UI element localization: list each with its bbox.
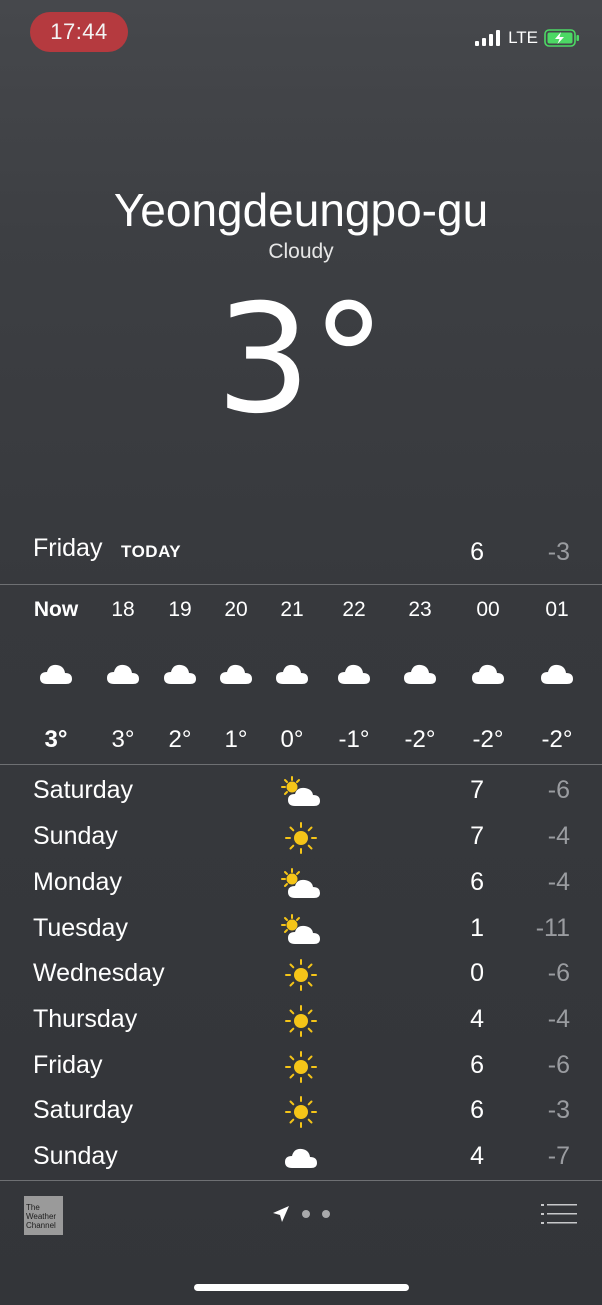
hour-item: 00 -2° [453, 598, 523, 754]
day-row: Saturday 7 -6 [0, 772, 602, 812]
cloud-icon [276, 664, 308, 684]
day-name: Friday [33, 1051, 103, 1079]
hour-item: 01 -2° [522, 598, 592, 754]
day-low: -4 [547, 868, 570, 896]
list-icon[interactable] [541, 1203, 577, 1225]
day-row: Tuesday 1 -11 [0, 910, 602, 950]
home-indicator[interactable] [194, 1284, 409, 1291]
hour-time: Now [33, 598, 79, 621]
cloud-icon [404, 664, 436, 684]
day-low: -3 [547, 1096, 570, 1124]
day-high: 4 [470, 1005, 484, 1033]
hour-item: Now 3° [21, 598, 91, 754]
weather-channel-logo-text: The Weather Channel [26, 1203, 57, 1230]
hour-temp: 3° [44, 726, 68, 753]
status-time: 17:44 [50, 19, 108, 44]
hour-temp: -2° [541, 726, 573, 753]
status-time-pill[interactable]: 17:44 [30, 12, 128, 52]
divider [0, 584, 602, 585]
sun-icon [285, 959, 317, 991]
day-low: -6 [547, 776, 570, 804]
hour-temp: -1° [338, 726, 370, 753]
day-row: Friday 6 -6 [0, 1047, 602, 1087]
today-day: Friday [33, 534, 103, 562]
day-high: 6 [470, 1096, 484, 1124]
today-low: -3 [547, 538, 570, 566]
day-low: -11 [535, 914, 570, 942]
day-row: Monday 6 -4 [0, 864, 602, 904]
day-name: Tuesday [33, 914, 128, 942]
hour-temp: -2° [404, 726, 436, 753]
day-high: 0 [470, 959, 484, 987]
city-name: Yeongdeungpo-gu [113, 184, 489, 236]
day-name: Wednesday [33, 959, 165, 987]
hour-time: 01 [545, 598, 569, 621]
partly-sunny-icon [281, 776, 320, 806]
day-low: -7 [547, 1142, 570, 1170]
day-low: -4 [547, 822, 570, 850]
cloud-icon [107, 664, 139, 684]
sun-icon [285, 1096, 317, 1128]
partly-sunny-icon [281, 914, 320, 944]
network-type: LTE [508, 28, 538, 47]
cloud-icon [285, 1148, 317, 1168]
current-temperature: 3° [215, 273, 387, 447]
day-name: Saturday [33, 776, 134, 804]
day-row: Sunday 4 -7 [0, 1138, 602, 1178]
hour-item: 23 -2° [385, 598, 455, 754]
day-name: Sunday [33, 1142, 118, 1170]
sun-icon [285, 1005, 317, 1037]
divider [0, 764, 602, 765]
page-dot-icon[interactable] [322, 1210, 330, 1218]
day-name: Sunday [33, 822, 118, 850]
cloud-icon [541, 664, 573, 684]
sun-icon [285, 822, 317, 854]
day-high: 1 [470, 914, 484, 942]
day-high: 7 [470, 776, 484, 804]
weather-channel-logo[interactable]: The Weather Channel [24, 1196, 63, 1235]
day-low: -6 [547, 1051, 570, 1079]
cloud-icon [40, 664, 72, 684]
current-condition: Cloudy [268, 240, 334, 263]
day-high: 6 [470, 1051, 484, 1079]
day-row: Sunday 7 -4 [0, 818, 602, 858]
signal-icon [475, 30, 501, 46]
day-high: 6 [470, 868, 484, 896]
day-name: Saturday [33, 1096, 134, 1124]
hour-temp: 0° [280, 726, 304, 753]
cloud-icon [164, 664, 196, 684]
cloud-icon [338, 664, 370, 684]
hour-temp: -2° [472, 726, 504, 753]
hour-time: 23 [408, 598, 432, 621]
cloud-icon [220, 664, 252, 684]
day-name: Thursday [33, 1005, 138, 1033]
page-dot-icon[interactable] [302, 1210, 310, 1218]
status-indicators: LTE [474, 28, 580, 48]
partly-sunny-icon [281, 868, 320, 898]
day-row: Thursday 4 -4 [0, 1001, 602, 1041]
day-name: Monday [33, 868, 122, 896]
hour-item: 22 -1° [319, 598, 389, 754]
day-low: -6 [547, 959, 570, 987]
day-high: 4 [470, 1142, 484, 1170]
day-row: Wednesday 0 -6 [0, 955, 602, 995]
battery-charging-icon [544, 29, 579, 47]
hour-time: 21 [280, 598, 304, 621]
cloud-icon [472, 664, 504, 684]
location-arrow-icon[interactable] [272, 1205, 290, 1223]
hour-time: 22 [342, 598, 366, 621]
sun-icon [285, 1051, 317, 1083]
day-row: Saturday 6 -3 [0, 1092, 602, 1132]
today-high: 6 [470, 538, 484, 566]
today-tag: TODAY [121, 542, 182, 561]
day-low: -4 [547, 1005, 570, 1033]
today-summary: Friday TODAY 6 -3 [0, 534, 602, 574]
day-high: 7 [470, 822, 484, 850]
divider [0, 1180, 602, 1181]
hour-time: 00 [476, 598, 500, 621]
hour-item: 21 0° [257, 598, 327, 754]
